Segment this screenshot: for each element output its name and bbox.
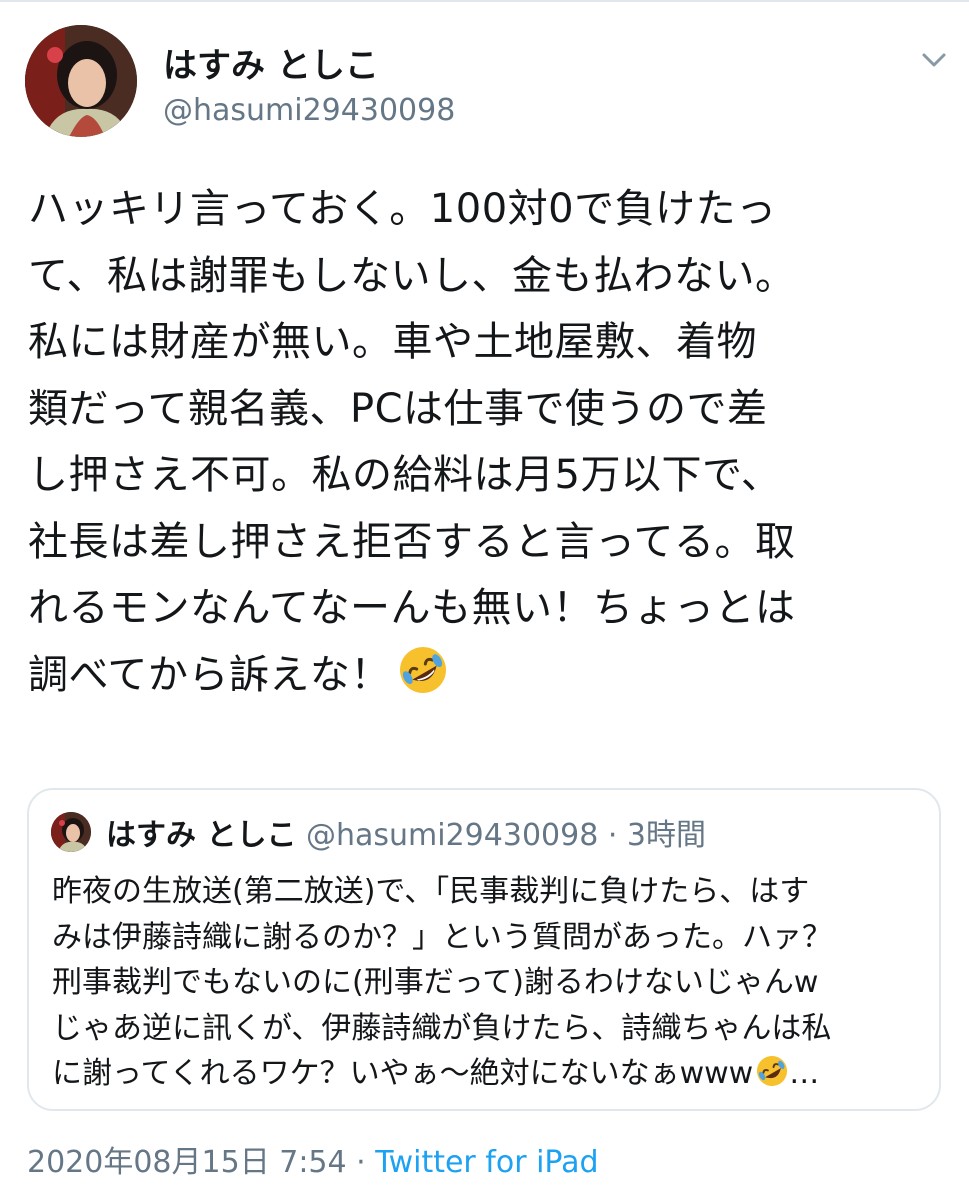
quoted-tweet-handle[interactable]: @hasumi29430098: [306, 818, 598, 853]
avatar[interactable]: [25, 25, 137, 137]
tweet-text-line: 社長は差し押さえ拒否すると言ってる。取: [28, 518, 796, 565]
tweet-text-line: 私には財産が無い。車や土地屋敷、着物: [28, 319, 757, 365]
quoted-tweet-text-line-content: に謝ってくれるワケ？いやぁ～絶対にないなぁwww: [52, 1056, 754, 1091]
quoted-tweet-text-line-last: に謝ってくれるワケ？いやぁ～絶対にないなぁwww …: [52, 1051, 932, 1102]
tweet-text-line: て、私は謝罪もしないし、金も払わない。: [28, 252, 796, 299]
user-handle[interactable]: @hasumi29430098: [163, 93, 455, 128]
rolling-on-floor-laughing-emoji-icon: [397, 644, 449, 717]
quoted-tweet-text-line: 刑事裁判でもないのに(刑事だって)謝るわけないじゃんw: [52, 965, 819, 1000]
tweet-text-line: 類だって親名義、PCは仕事で使うので差: [28, 385, 768, 432]
quoted-tweet-text: 昨夜の生放送(第二放送)で、「民事裁判に負けたら、はす みは伊藤詩織に謝るのか？…: [52, 869, 932, 1102]
tweet-source-link[interactable]: Twitter for iPad: [375, 1145, 598, 1180]
tweet-footer: 2020年08月15日 7:54 · Twitter for iPad: [27, 1137, 599, 1181]
rolling-on-floor-laughing-emoji-icon: [755, 1054, 789, 1102]
quoted-tweet-time: · 3時間: [607, 818, 707, 853]
display-name[interactable]: はすみ としこ: [163, 38, 379, 87]
footer-separator: ·: [346, 1145, 376, 1180]
tweet-text-line-last: 調べてから訴えな！: [28, 642, 953, 717]
tweet-text-line: ハッキリ言っておく。100対0で負けたっ: [28, 186, 777, 232]
tweet-text-line-content: 調べてから訴えな！: [28, 651, 391, 698]
top-divider: [0, 0, 969, 2]
tweet-text-line: れるモンなんてなーんも無い！ちょっとは: [28, 585, 796, 631]
quoted-tweet-text-line: みは伊藤詩織に謝るのか？」という質問があった。ハァ？: [52, 919, 832, 955]
quoted-tweet-ellipsis: …: [789, 1056, 820, 1091]
tweet-text: ハッキリ言っておく。100対0で負けたっ て、私は謝罪もしないし、金も払わない。…: [28, 176, 953, 716]
chevron-down-icon[interactable]: [918, 46, 950, 74]
tweet-text-line: し押さえ不可。私の給料は月5万以下で、: [28, 452, 782, 498]
quoted-tweet-display-name[interactable]: はすみ としこ: [106, 818, 296, 853]
quoted-tweet-text-line: じゃあ逆に訊くが、伊藤詩織が負けたら、詩織ちゃんは私: [52, 1010, 832, 1046]
tweet-timestamp[interactable]: 2020年08月15日 7:54: [27, 1145, 347, 1180]
quoted-tweet-avatar[interactable]: [51, 812, 91, 852]
quoted-tweet-text-line: 昨夜の生放送(第二放送)で、「民事裁判に負けたら、はす: [52, 874, 810, 909]
quoted-tweet-header: はすみ としこ @hasumi29430098 · 3時間: [106, 810, 706, 854]
